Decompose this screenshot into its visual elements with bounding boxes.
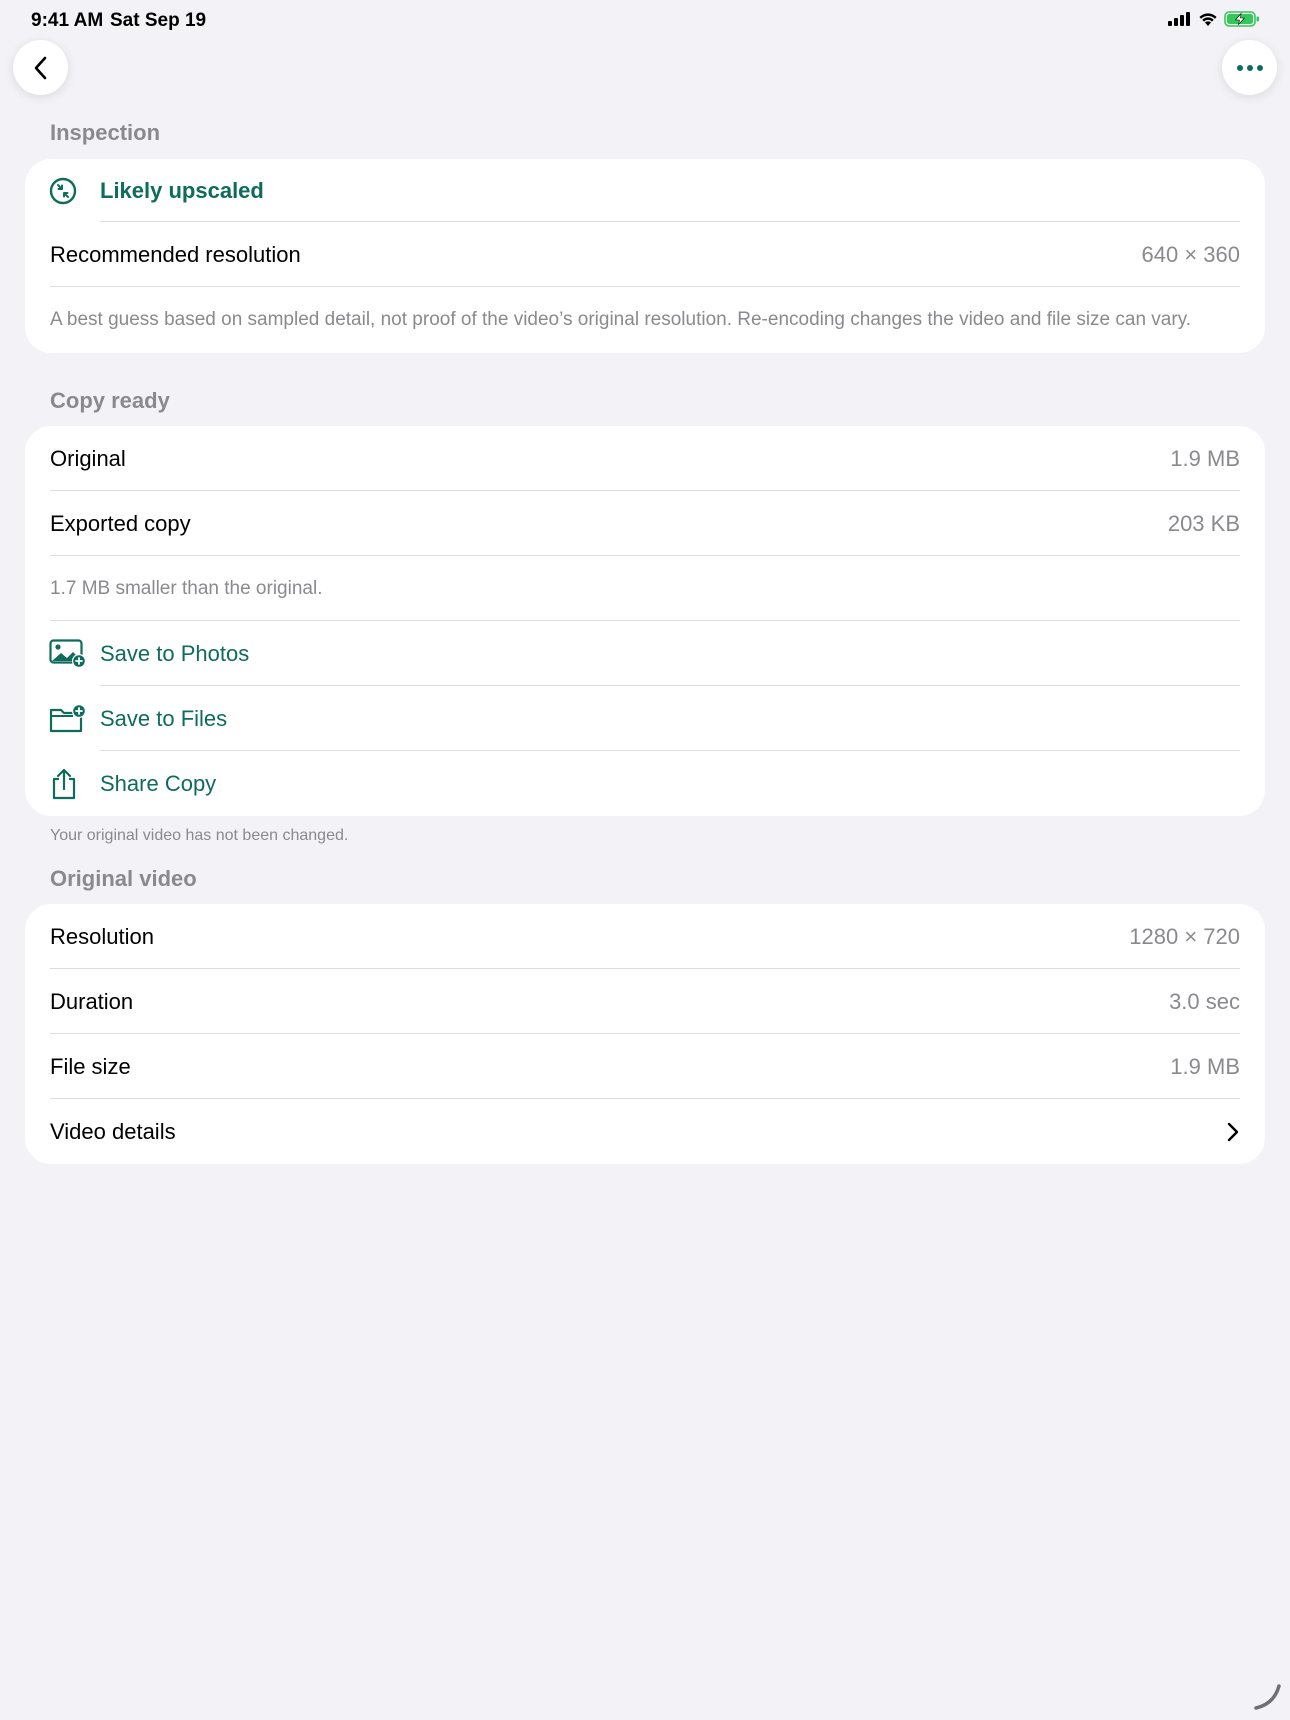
back-button[interactable] [13,40,68,95]
save-to-files-button[interactable]: Save to Files [25,686,1265,751]
exported-size-label: Exported copy [50,510,191,536]
status-date: Sat Sep 19 [110,10,207,31]
ellipsis-icon [1236,64,1263,71]
status-icons [1168,11,1260,27]
file-size-label: File size [50,1053,131,1079]
save-to-photos-button[interactable]: Save to Photos [25,621,1265,686]
original-video-header: Original video [50,866,197,891]
resolution-label: Resolution [50,923,154,949]
resolution-value: 1280 × 720 [1129,923,1240,949]
savings-note-row: 1.7 MB smaller than the original. [25,556,1265,621]
share-copy-button[interactable]: Share Copy [25,751,1265,816]
duration-value: 3.0 sec [1169,988,1240,1014]
inspection-card: Likely upscaled Recommended resolution 6… [25,159,1265,353]
battery-charging-icon [1224,11,1259,27]
video-details-label: Video details [50,1118,176,1144]
exported-size-value: 203 KB [1167,510,1240,536]
original-unchanged-footnote: Your original video has not been changed… [50,827,349,844]
recommended-resolution-row: Recommended resolution 640 × 360 [25,222,1265,287]
original-video-card: Resolution 1280 × 720 Duration 3.0 sec F… [25,904,1265,1164]
original-size-value: 1.9 MB [1170,445,1240,471]
inspection-note-row: A best guess based on sampled detail, no… [25,287,1265,353]
share-icon [49,768,79,800]
recommended-resolution-value: 640 × 360 [1141,241,1240,267]
status-time: 9:41 AM [31,10,104,31]
status-bar: 9:41 AM Sat Sep 19 [0,0,1290,40]
chevron-left-icon [34,56,46,79]
save-to-files-label: Save to Files [100,705,228,731]
original-size-row: Original 1.9 MB [25,426,1265,491]
verdict-row: Likely upscaled [25,159,1265,222]
duration-label: Duration [50,988,134,1014]
inspection-header: Inspection [50,120,161,145]
original-size-label: Original [50,445,126,471]
recommended-resolution-label: Recommended resolution [50,241,301,267]
copy-ready-card: Original 1.9 MB Exported copy 203 KB 1.7… [25,426,1265,816]
more-button[interactable] [1222,40,1277,95]
file-size-value: 1.9 MB [1170,1053,1240,1079]
inspection-note: A best guess based on sampled detail, no… [50,309,1192,330]
corner-indicator-icon [1252,1680,1284,1717]
verdict-label: Likely upscaled [100,177,264,203]
savings-note: 1.7 MB smaller than the original. [50,577,323,599]
save-to-photos-label: Save to Photos [100,640,250,666]
chevron-right-icon [1226,1121,1240,1143]
wifi-icon [1199,12,1217,26]
upscale-icon [49,177,77,205]
copy-ready-header: Copy ready [50,388,170,413]
file-size-row: File size 1.9 MB [25,1034,1265,1099]
photo-add-icon [49,638,87,669]
folder-add-icon [49,703,87,734]
cellular-signal-icon [1168,12,1190,26]
share-copy-label: Share Copy [100,770,217,796]
exported-size-row: Exported copy 203 KB [25,491,1265,556]
video-details-row[interactable]: Video details [25,1099,1265,1164]
duration-row: Duration 3.0 sec [25,969,1265,1034]
resolution-row: Resolution 1280 × 720 [25,904,1265,969]
